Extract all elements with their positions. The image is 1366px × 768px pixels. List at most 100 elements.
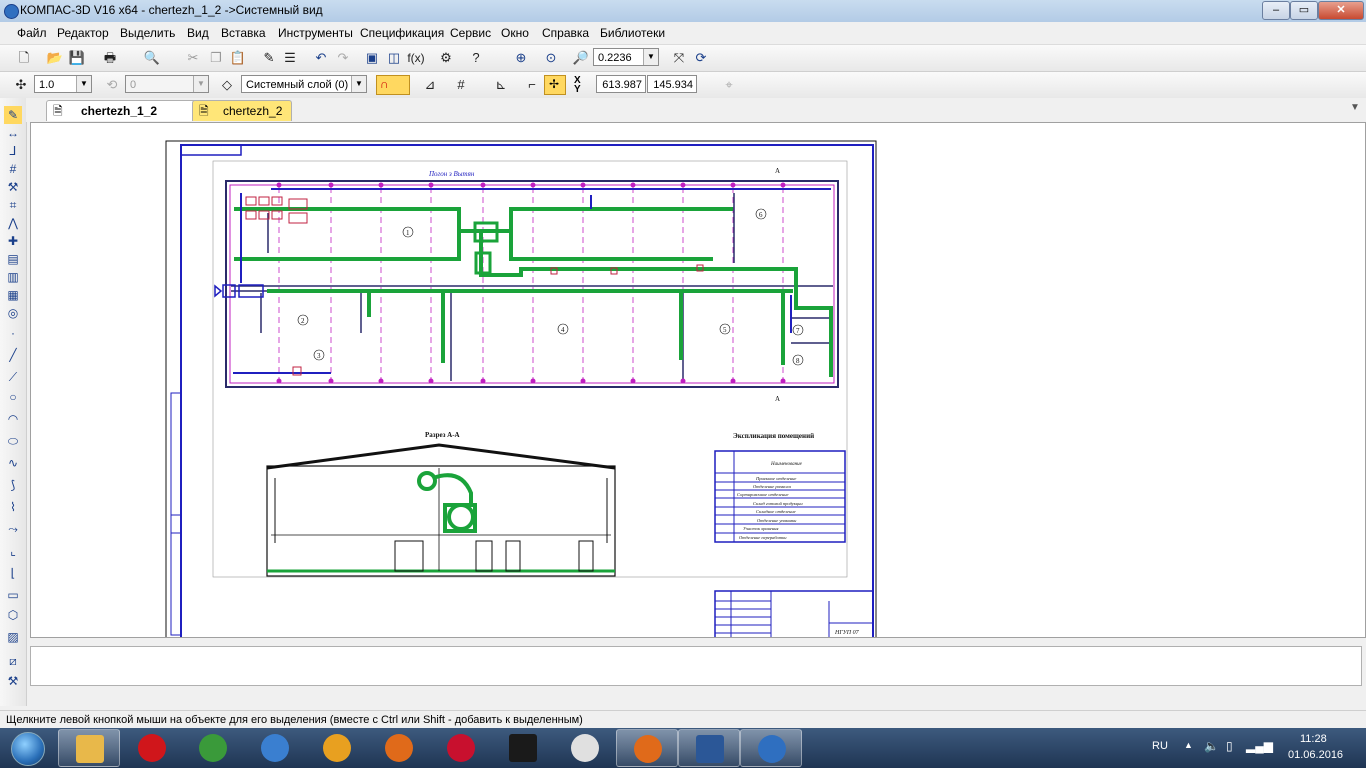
menu-help[interactable]: Справка — [542, 26, 589, 40]
taskbar-firefox-2[interactable] — [616, 729, 678, 767]
zoom-fit-icon[interactable]: ⊙ — [542, 49, 560, 67]
taskbar-kompas[interactable] — [740, 729, 802, 767]
tab-chertezh-2[interactable]: 🗎 chertezh_2 — [192, 100, 292, 121]
print-icon[interactable]: 🖶 — [101, 49, 119, 67]
contour-icon[interactable]: ⧄ — [4, 652, 22, 670]
coord-y-field[interactable]: 145.934 — [647, 75, 697, 93]
chevron-down-icon[interactable]: ▼ — [351, 76, 366, 92]
taskbar-firefox[interactable] — [368, 729, 430, 767]
arc-icon[interactable]: ◠ — [4, 410, 22, 428]
open-folder-icon[interactable]: 📂 — [46, 49, 64, 67]
snap-step-icon[interactable]: ✣ — [12, 76, 30, 94]
menu-insert[interactable]: Вставка — [221, 26, 266, 40]
zoom-window-icon[interactable]: ⊕ — [512, 49, 530, 67]
taskbar-opera[interactable] — [121, 729, 183, 767]
measure-icon[interactable]: ⌗ — [4, 196, 22, 214]
taskbar-pokerstars[interactable] — [430, 729, 492, 767]
angle-icon[interactable]: ⟲ — [103, 76, 121, 94]
save-icon[interactable]: 💾 — [68, 49, 86, 67]
spec-icon[interactable]: ✚ — [4, 232, 22, 250]
bezier-icon[interactable]: ⟆ — [4, 476, 22, 494]
dimension-icon[interactable]: ⌖ — [720, 76, 738, 94]
point-icon[interactable]: · — [4, 324, 22, 342]
fillet-icon[interactable]: ⌊ — [4, 564, 22, 582]
zoom-combo[interactable]: 0.2236 ▼ — [593, 48, 659, 66]
taskbar-fulltilt[interactable] — [492, 729, 554, 767]
close-button[interactable]: ✕ — [1318, 1, 1364, 20]
editing-icon[interactable]: # — [4, 160, 22, 178]
ortho-mode-icon[interactable]: ⌐ — [523, 76, 541, 94]
power-icon[interactable]: ▯ — [1226, 739, 1233, 753]
menu-libraries[interactable]: Библиотеки — [600, 26, 665, 40]
redo-icon[interactable]: ↷ — [334, 49, 352, 67]
start-button[interactable] — [2, 729, 52, 767]
chevron-down-icon[interactable]: ▼ — [643, 49, 658, 65]
ellipse-icon[interactable]: ⬭ — [4, 432, 22, 450]
nurbs-icon[interactable]: ⤳ — [4, 520, 22, 538]
undo-icon[interactable]: ↶ — [312, 49, 330, 67]
tabs-menu-icon[interactable]: ▼ — [1350, 102, 1360, 113]
new-file-icon[interactable]: 🗋 — [15, 49, 33, 67]
menu-view[interactable]: Вид — [187, 26, 209, 40]
view-icon[interactable]: ◎ — [4, 304, 22, 322]
insert-icon[interactable]: ▥ — [4, 268, 22, 286]
clock-time[interactable]: 11:28 — [1300, 733, 1327, 745]
local-cs-icon[interactable]: ⊾ — [492, 76, 510, 94]
polyline-icon[interactable]: ⌇ — [4, 498, 22, 516]
menu-service[interactable]: Сервис — [450, 26, 491, 40]
spline-icon[interactable]: ∿ — [4, 454, 22, 472]
parametrization-icon[interactable]: ⚒ — [4, 178, 22, 196]
tray-expand-icon[interactable]: ▲ — [1184, 740, 1193, 750]
layer-combo[interactable]: Системный слой (0) ▼ — [241, 75, 367, 93]
chevron-down-icon[interactable]: ▼ — [193, 76, 208, 92]
list-icon[interactable]: ☰ — [281, 49, 299, 67]
select-icon[interactable]: ⋀ — [4, 214, 22, 232]
circle-icon[interactable]: ○ — [4, 388, 22, 406]
equidistant-icon[interactable]: ⚒ — [4, 672, 22, 690]
taskbar-word[interactable] — [678, 729, 740, 767]
print-preview-icon[interactable]: 🔍 — [143, 49, 161, 67]
hatch-icon[interactable]: ▨ — [4, 628, 22, 646]
taskbar-keys[interactable] — [306, 729, 368, 767]
tab-chertezh-1-2[interactable]: 🗎 chertezh_1_2 ✕ — [46, 100, 212, 121]
taskbar-chrome[interactable] — [182, 729, 244, 767]
library-icon[interactable]: ⚙ — [437, 49, 455, 67]
fragment-icon[interactable]: ▦ — [4, 286, 22, 304]
menu-window[interactable]: Окно — [501, 26, 529, 40]
minimize-button[interactable]: ‒ — [1262, 1, 1290, 20]
properties-brush-icon[interactable]: ✎ — [260, 49, 278, 67]
manager-icon[interactable]: ▣ — [363, 49, 381, 67]
chamfer-icon[interactable]: ⌞ — [4, 542, 22, 560]
layer-icon[interactable]: ◇ — [218, 76, 236, 94]
geometry-tool-icon[interactable]: ✎ — [4, 106, 22, 124]
pan-icon[interactable]: ⤧ — [670, 49, 688, 67]
layers-icon[interactable]: ◫ — [385, 49, 403, 67]
rectangle-icon[interactable]: ▭ — [4, 586, 22, 604]
menu-tools[interactable]: Инструменты — [278, 26, 353, 40]
menu-select[interactable]: Выделить — [120, 26, 175, 40]
volume-icon[interactable]: 🔈 — [1204, 739, 1219, 753]
maximize-button[interactable]: ▭ — [1290, 1, 1318, 20]
ortho-icon[interactable]: ⊿ — [421, 76, 439, 94]
network-icon[interactable]: ▂▄▆ — [1246, 739, 1273, 753]
drawing-canvas[interactable]: Погон з Вытян A 1 2 3 4 5 6 7 8 A Разрез… — [30, 122, 1366, 638]
coord-x-field[interactable]: 613.987 — [596, 75, 646, 93]
segment-icon[interactable]: ⟋ — [4, 368, 22, 386]
language-indicator[interactable]: RU — [1152, 740, 1168, 752]
menu-editor[interactable]: Редактор — [57, 26, 109, 40]
paste-icon[interactable]: 📋 — [229, 49, 247, 67]
reports-icon[interactable]: ▤ — [4, 250, 22, 268]
zoom-in-icon[interactable]: 🔎 — [572, 49, 590, 67]
menu-file[interactable]: Файл — [17, 26, 47, 40]
step-combo[interactable]: 1.0 ▼ — [34, 75, 92, 93]
refresh-icon[interactable]: ⟳ — [692, 49, 710, 67]
property-panel[interactable] — [30, 646, 1362, 686]
cut-icon[interactable]: ✂ — [184, 49, 202, 67]
auxiliary-line-icon[interactable]: ╱ — [4, 346, 22, 364]
chevron-down-icon[interactable]: ▼ — [76, 76, 91, 92]
symbols-icon[interactable]: ⅃ — [4, 142, 22, 160]
polygon-icon[interactable]: ⬡ — [4, 606, 22, 624]
taskbar-explorer[interactable] — [58, 729, 120, 767]
grid-icon[interactable]: # — [452, 76, 470, 94]
menu-specification[interactable]: Спецификация — [360, 26, 444, 40]
